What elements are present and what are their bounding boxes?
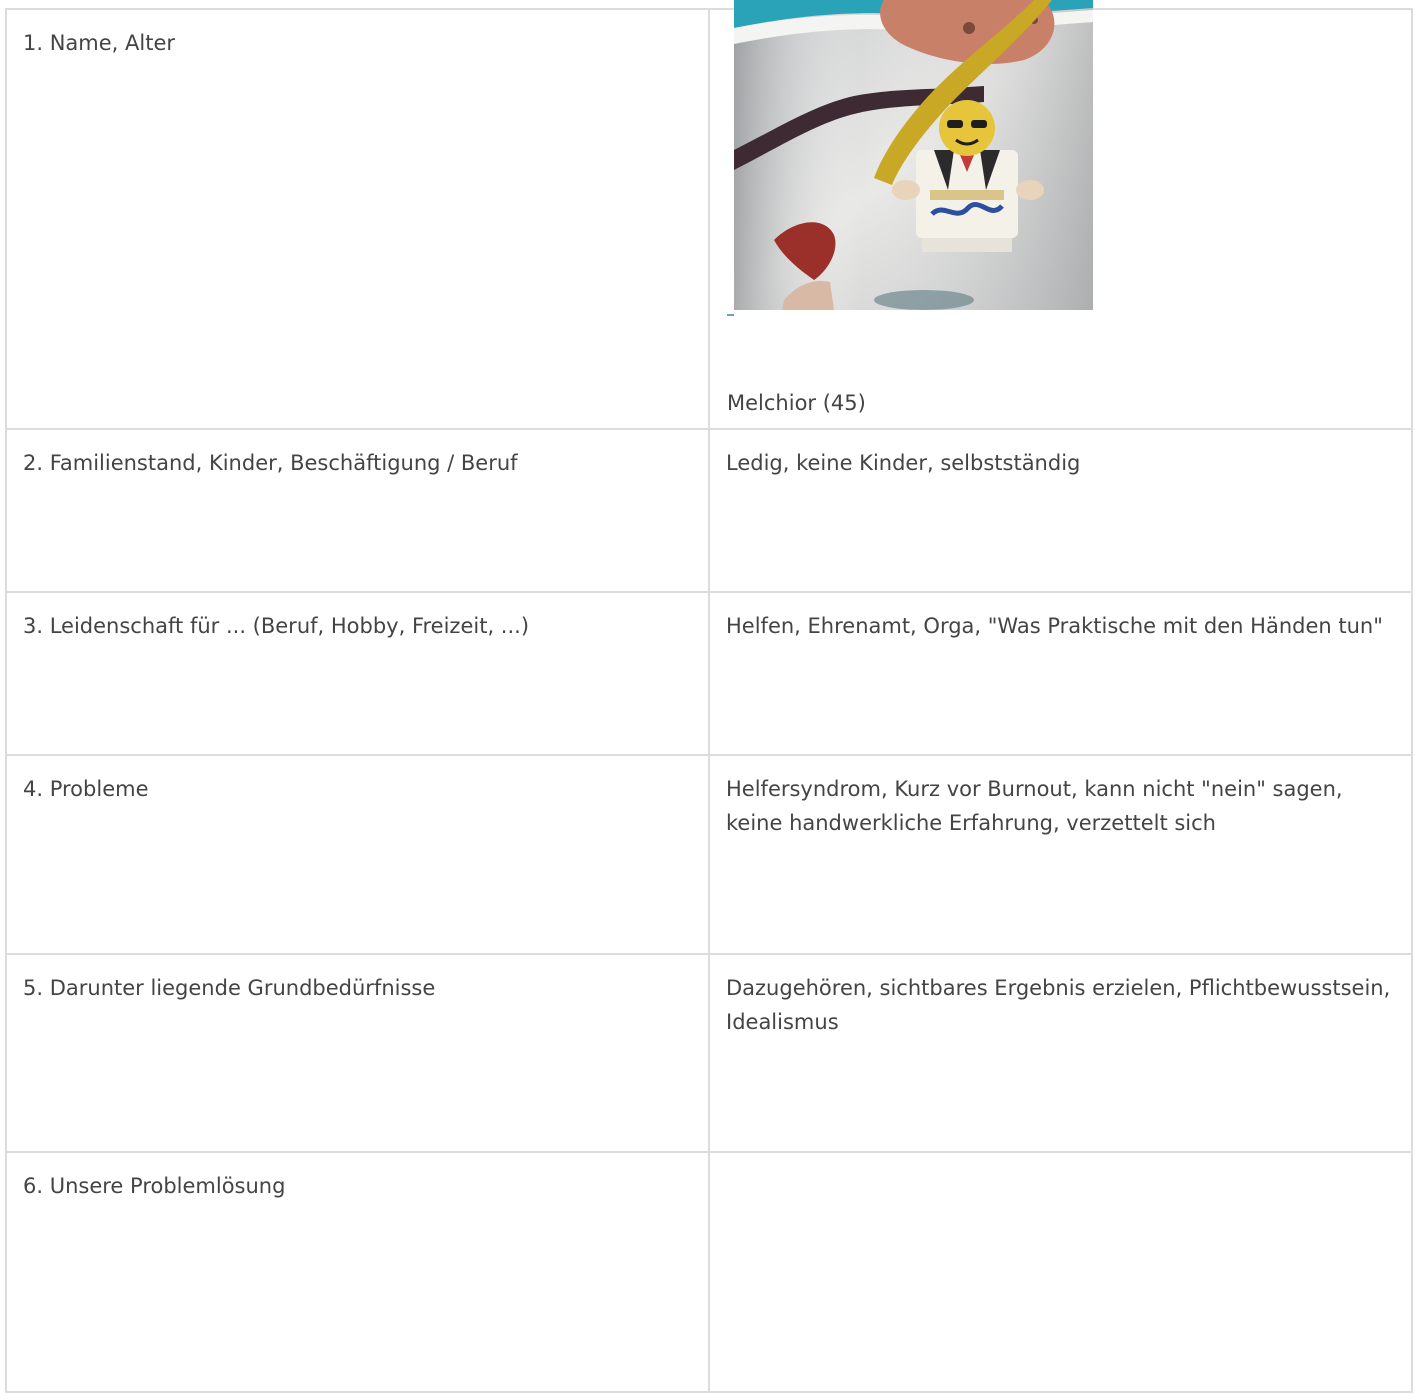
answer-cell: Ledig, keine Kinder, selbstständig — [708, 428, 1413, 593]
table-row: 4. Probleme Helfersyndrom, Kurz vor Burn… — [5, 754, 1413, 955]
table-row: 1. Name, Alter Melchior (45) — [5, 0, 1413, 430]
question-cell: 1. Name, Alter — [5, 8, 710, 430]
answer-cell: Melchior (45) — [708, 0, 1413, 430]
image-link-underline[interactable] — [727, 314, 734, 316]
persona-table: 1. Name, Alter Melchior (45) 2. Familien… — [5, 0, 1413, 1393]
table-row: 6. Unsere Problemlösung — [5, 1151, 1413, 1393]
table-row: 2. Familienstand, Kinder, Beschäftigung … — [5, 428, 1413, 593]
answer-cell: Helfersyndrom, Kurz vor Burnout, kann ni… — [708, 754, 1413, 955]
question-cell: 4. Probleme — [5, 754, 710, 955]
lego-figure-photo-image — [734, 0, 1093, 310]
answer-cell: Dazugehören, sichtbares Ergebnis erziele… — [708, 953, 1413, 1153]
table-row: 5. Darunter liegende Grundbedürfnisse Da… — [5, 953, 1413, 1153]
answer-text: Melchior (45) — [727, 391, 866, 415]
answer-cell: Helfen, Ehrenamt, Orga, "Was Praktische … — [708, 591, 1413, 756]
answer-cell — [708, 1151, 1413, 1393]
question-cell: 5. Darunter liegende Grundbedürfnisse — [5, 953, 710, 1153]
table-row: 3. Leidenschaft für ... (Beruf, Hobby, F… — [5, 591, 1413, 756]
persona-photo[interactable] — [734, 0, 1093, 310]
question-cell: 3. Leidenschaft für ... (Beruf, Hobby, F… — [5, 591, 710, 756]
question-cell: 2. Familienstand, Kinder, Beschäftigung … — [5, 428, 710, 593]
question-cell: 6. Unsere Problemlösung — [5, 1151, 710, 1393]
